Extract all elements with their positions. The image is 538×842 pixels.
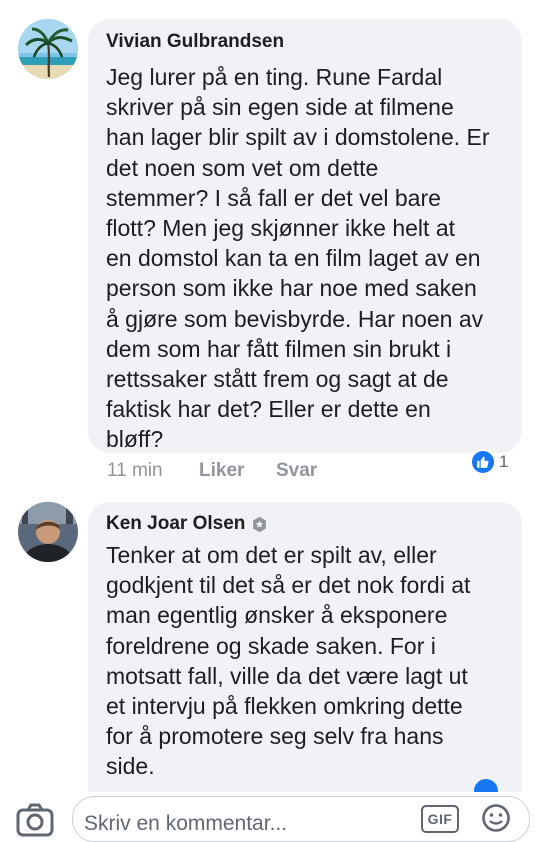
reply-button[interactable]: Svar	[276, 460, 317, 482]
comment-author[interactable]: Vivian Gulbrandsen	[106, 31, 284, 53]
comment-input-placeholder: Skriv en kommentar...	[84, 812, 288, 835]
comment-text: Jeg lurer på en ting. Rune Fardal skrive…	[106, 64, 490, 453]
avatar[interactable]	[18, 19, 78, 79]
like-button[interactable]: Liker	[199, 460, 244, 482]
gif-icon[interactable]: GIF	[421, 805, 459, 833]
comment-input[interactable]: Skriv en kommentar... GIF	[72, 796, 530, 842]
reaction-summary[interactable]: 1	[470, 449, 508, 475]
camera-icon[interactable]	[16, 803, 54, 842]
reaction-count: 1	[499, 452, 509, 471]
comment-timestamp[interactable]: 11 min	[107, 460, 163, 482]
badge-icon	[251, 516, 268, 533]
avatar[interactable]	[18, 502, 78, 562]
profile-photo-avatar-image	[18, 502, 78, 562]
gif-label: GIF	[427, 811, 453, 827]
comment-author[interactable]: Ken Joar Olsen	[106, 513, 268, 535]
emoji-icon[interactable]	[481, 803, 511, 838]
comment-author-name[interactable]: Ken Joar Olsen	[106, 513, 245, 535]
palm-tree-avatar-image	[18, 19, 78, 79]
comment-text: Tenker at om det er spilt av, eller godk…	[106, 542, 471, 780]
like-icon	[470, 449, 496, 475]
